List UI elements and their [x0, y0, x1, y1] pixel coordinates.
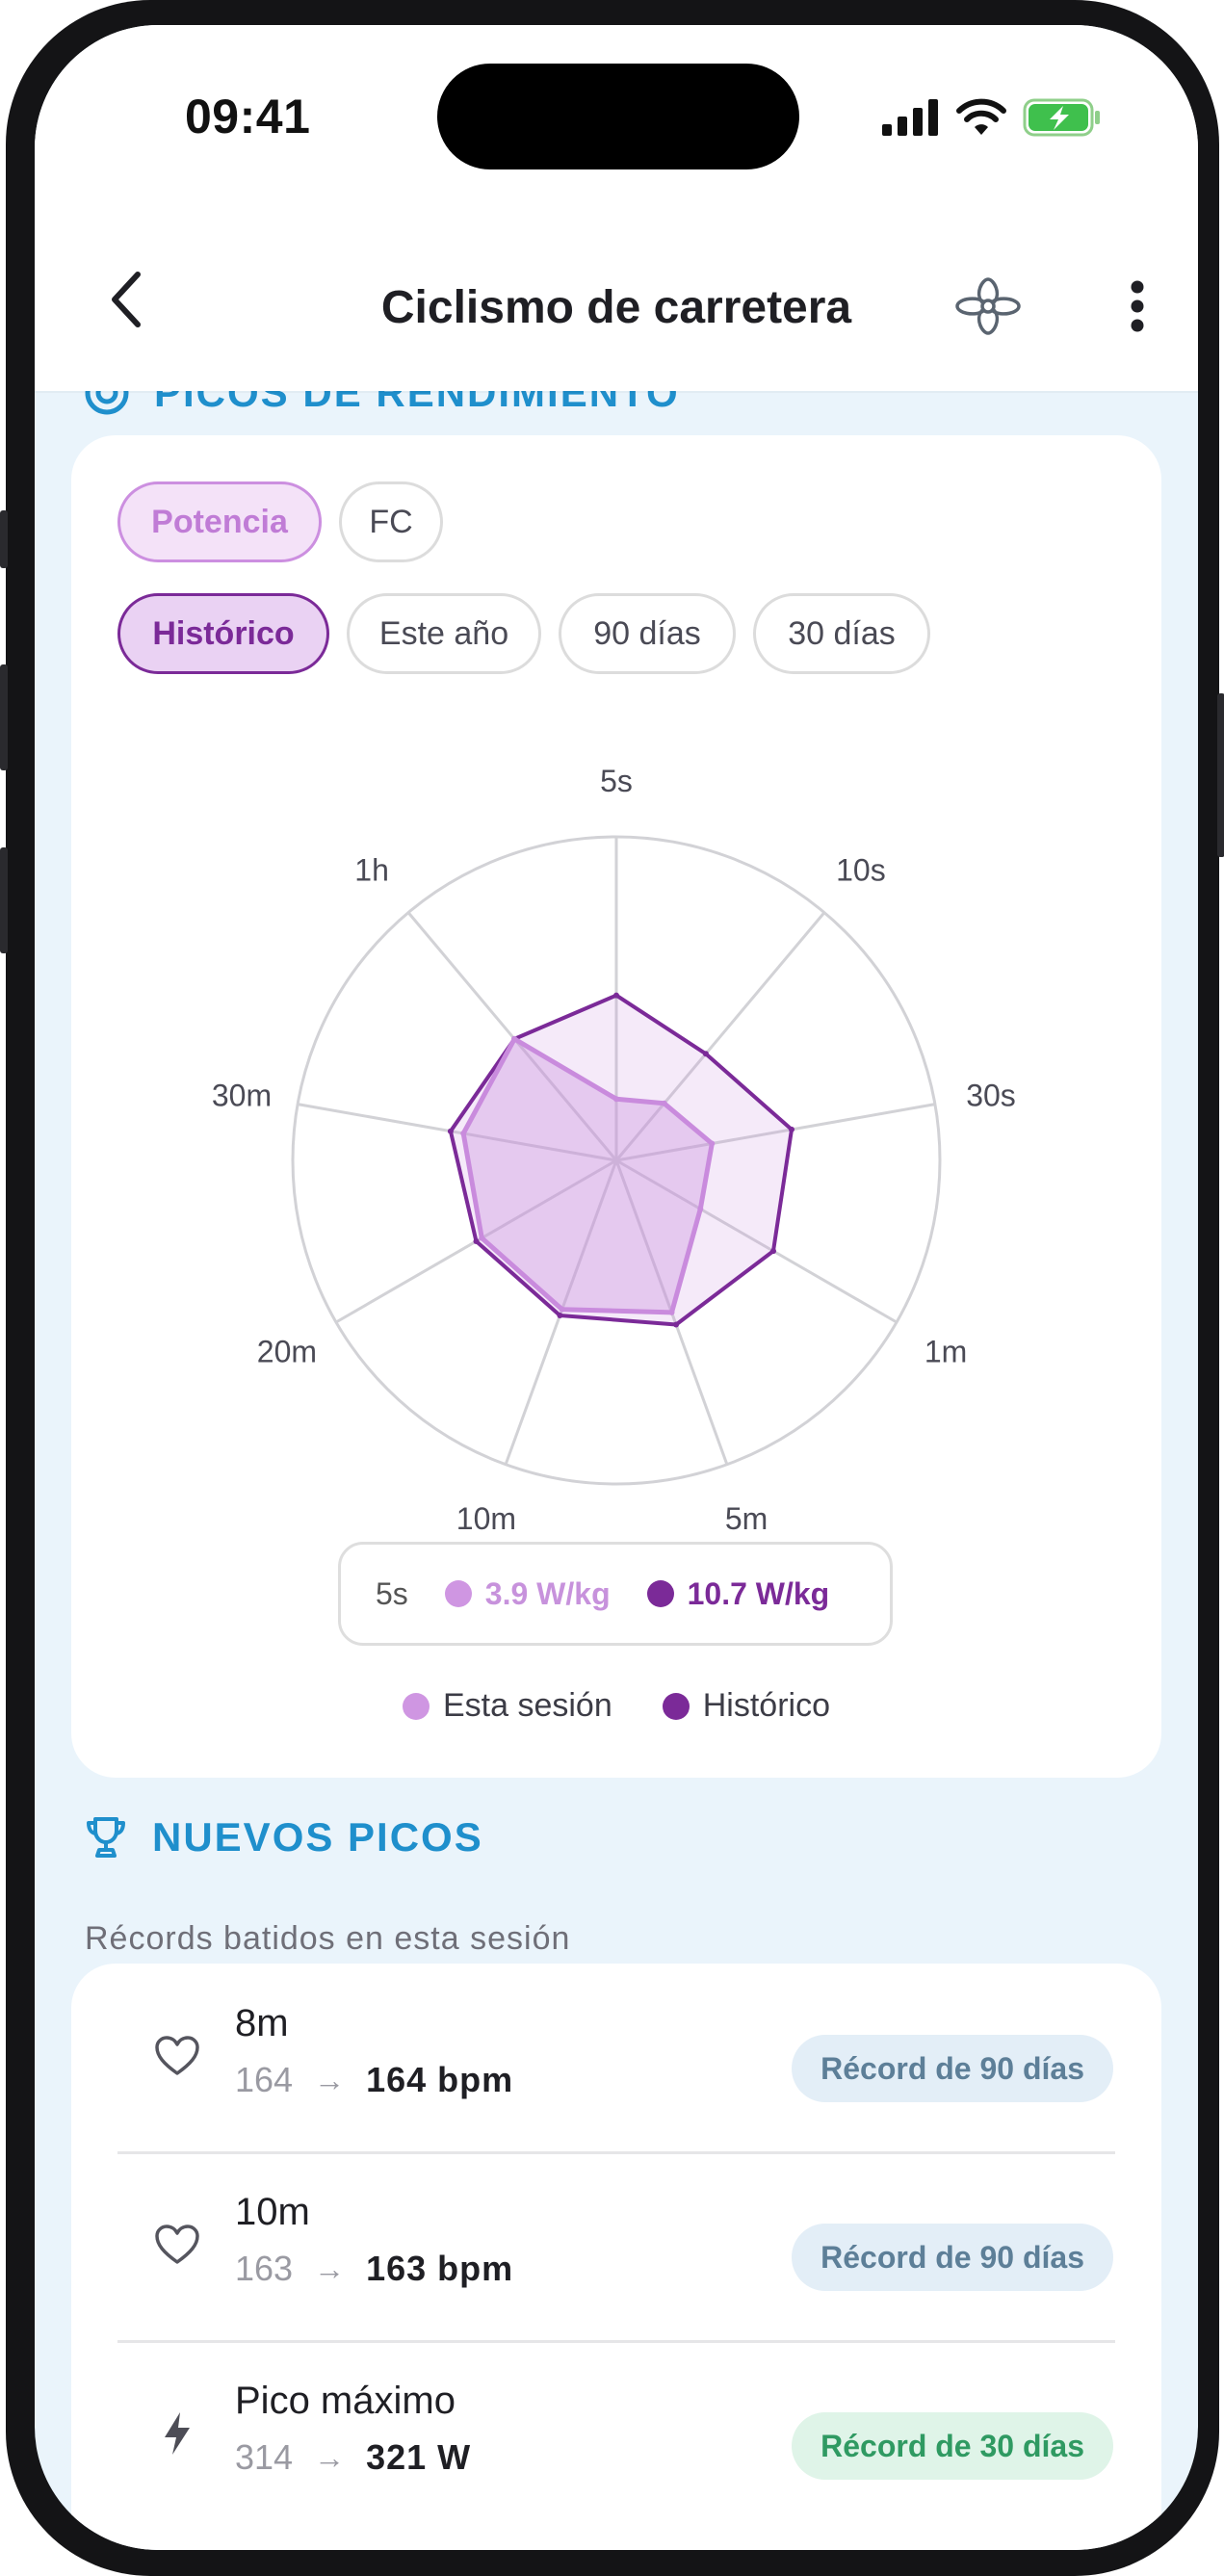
radar-point-historic [673, 1321, 680, 1328]
record-new-value: 164 bpm [366, 2060, 514, 2099]
radar-point-historic [613, 992, 619, 999]
tooltip-historic-value: 10.7 W/kg [687, 1575, 830, 1611]
arrow-right-icon: → [314, 2251, 346, 2286]
tooltip-session-value: 3.9 W/kg [484, 1575, 611, 1611]
record-row[interactable]: 10m 163 → 163 bpm Récord de 90 días [71, 2152, 1161, 2340]
wifi-icon [956, 98, 1006, 135]
volume-up-button [0, 664, 8, 770]
volume-down-button [0, 847, 8, 953]
status-icons [882, 98, 1102, 137]
status-bar: 09:41 [35, 25, 1198, 208]
legend-historic-label: Histórico [702, 1687, 830, 1724]
tooltip-session-dot [444, 1580, 472, 1607]
records-card: 8m 164 → 164 bpm Récord de 90 días 10m 1… [71, 1964, 1161, 2550]
arrow-right-icon: → [314, 2439, 346, 2475]
chart-tooltip: 5s 3.9 W/kg 10.7 W/kg [338, 1542, 893, 1646]
radar-point-session [709, 1140, 716, 1147]
radar-point-session [511, 1035, 518, 1042]
radar-point-historic [702, 1051, 709, 1057]
legend-session-label: Esta sesión [442, 1687, 612, 1724]
radar-axis-label: 10s [836, 852, 886, 887]
radar-point-session [559, 1306, 565, 1313]
tooltip-historic-dot [646, 1580, 674, 1607]
heart-icon [150, 2029, 204, 2083]
chart-legend: Esta sesión Histórico [71, 1687, 1161, 1725]
screen: 09:41 Ciclismo de carretera PICOS DE REN… [35, 25, 1198, 2550]
radar-point-session [661, 1100, 667, 1106]
arrow-right-icon: → [314, 2062, 346, 2097]
record-new-value: 321 W [366, 2437, 472, 2477]
record-new-value: 163 bpm [366, 2249, 514, 2288]
radar-axis-label: 5m [725, 1501, 768, 1536]
record-row[interactable]: 8m 164 → 164 bpm Récord de 90 días [71, 1964, 1161, 2151]
phone-frame: 09:41 Ciclismo de carretera PICOS DE REN… [0, 0, 1224, 2576]
radar-axis-label: 30m [212, 1078, 272, 1112]
radar-axis-label: 30s [966, 1078, 1016, 1112]
record-name: Pico máximo [235, 2380, 456, 2422]
lightning-icon [150, 2407, 204, 2460]
record-values: 164 → 164 bpm [235, 2060, 513, 2100]
battery-icon [1023, 98, 1100, 137]
power-button [1217, 693, 1224, 857]
radar-axis-label: 1h [354, 852, 389, 887]
legend-session[interactable]: Esta sesión [402, 1687, 612, 1725]
radar-point-historic [557, 1313, 563, 1318]
record-row[interactable]: Pico máximo 314 → 321 W Récord de 30 día… [71, 2341, 1161, 2529]
record-values: 163 → 163 bpm [235, 2249, 513, 2289]
radar-axis-label: 1m [925, 1335, 967, 1369]
signal-icon [882, 99, 938, 136]
radar-point-historic [770, 1248, 776, 1255]
tooltip-axis-label: 5s [376, 1575, 408, 1611]
record-badge: Récord de 90 días [792, 2224, 1113, 2291]
share-icon [955, 277, 1021, 335]
record-old-value: 164 [235, 2060, 294, 2099]
legend-session-dot [402, 1692, 430, 1720]
legend-historic[interactable]: Histórico [662, 1687, 830, 1725]
record-badge: Récord de 90 días [792, 2035, 1113, 2102]
status-time: 09:41 [185, 90, 311, 143]
radar-point-historic [473, 1238, 480, 1244]
radar-point-historic [789, 1126, 794, 1132]
radar-axis-label: 10m [456, 1501, 516, 1536]
records-subtitle: Récords batidos en esta sesión [85, 1920, 571, 1957]
radar-point-session [479, 1235, 485, 1241]
peaks-card: Potencia FC Histórico Este año 90 días 3… [71, 435, 1161, 1778]
records-section-heading: NUEVOS PICOS [85, 1814, 483, 1860]
record-name: 8m [235, 2002, 289, 2044]
share-button[interactable] [950, 268, 1027, 345]
radar-axis-label: 20m [257, 1335, 317, 1369]
radar-point-historic [447, 1128, 454, 1134]
radar-point-session [697, 1206, 704, 1212]
record-old-value: 314 [235, 2437, 294, 2477]
record-badge: Récord de 30 días [792, 2412, 1113, 2480]
more-options-button[interactable] [1113, 268, 1161, 345]
record-values: 314 → 321 W [235, 2437, 471, 2478]
records-section-title: NUEVOS PICOS [152, 1814, 483, 1860]
record-name: 10m [235, 2191, 310, 2233]
radar-point-session [460, 1131, 467, 1136]
heart-icon [150, 2218, 204, 2272]
record-old-value: 163 [235, 2249, 294, 2288]
radar-point-session [668, 1309, 675, 1315]
radar-axis-label: 5s [600, 764, 633, 798]
legend-historic-dot [662, 1692, 690, 1720]
app-header: Ciclismo de carretera [35, 208, 1198, 391]
radar-point-session [613, 1096, 619, 1103]
dynamic-island [437, 64, 799, 169]
trophy-icon [87, 1817, 125, 1858]
more-vertical-icon [1131, 280, 1144, 332]
